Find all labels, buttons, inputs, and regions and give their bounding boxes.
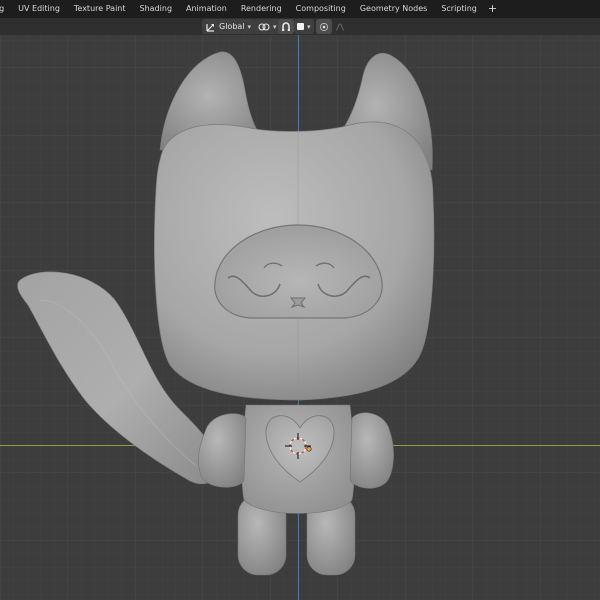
proportional-editing-icon — [319, 22, 329, 32]
tab-ng[interactable]: ng — [0, 0, 11, 18]
tab-compositing[interactable]: Compositing — [289, 0, 353, 18]
tab-rendering[interactable]: Rendering — [234, 0, 289, 18]
tab-uv-editing[interactable]: UV Editing — [11, 0, 67, 18]
snap-group: ▾ — [278, 19, 314, 34]
snap-magnet-icon — [281, 21, 291, 32]
tab-animation[interactable]: Animation — [179, 0, 234, 18]
chevron-down-icon: ▾ — [273, 22, 277, 31]
tab-shading[interactable]: Shading — [133, 0, 180, 18]
pivot-point-dropdown[interactable]: ▾ — [254, 19, 281, 34]
proportional-editing-toggle[interactable] — [316, 19, 332, 34]
workspace-tabs-bar: ng UV Editing Texture Paint Shading Anim… — [0, 0, 600, 19]
tab-texture-paint[interactable]: Texture Paint — [67, 0, 133, 18]
snap-toggle[interactable] — [278, 19, 294, 34]
tab-geometry-nodes[interactable]: Geometry Nodes — [353, 0, 434, 18]
viewport-header: Global ▾ ▾ ▾ — [0, 18, 600, 35]
transform-orientation-dropdown[interactable]: Global ▾ — [202, 19, 256, 34]
tab-scripting[interactable]: Scripting — [434, 0, 484, 18]
viewport-canvas[interactable] — [0, 35, 600, 600]
orientation-label: Global — [219, 22, 245, 31]
proportional-group — [316, 19, 348, 34]
transform-orientation-group: Global ▾ — [202, 19, 256, 34]
snap-target-icon — [297, 23, 304, 30]
falloff-curve-icon — [335, 22, 345, 32]
falloff-dropdown[interactable] — [332, 19, 348, 34]
pivot-group: ▾ — [254, 19, 281, 34]
add-workspace-button[interactable]: + — [484, 0, 501, 18]
chevron-down-icon: ▾ — [307, 22, 311, 31]
pivot-point-icon — [258, 22, 270, 32]
object-origin-icon — [306, 446, 312, 452]
snap-target-dropdown[interactable]: ▾ — [294, 19, 314, 34]
transform-orientation-icon — [206, 22, 216, 32]
3d-viewport[interactable] — [0, 35, 600, 600]
chevron-down-icon: ▾ — [247, 22, 252, 31]
